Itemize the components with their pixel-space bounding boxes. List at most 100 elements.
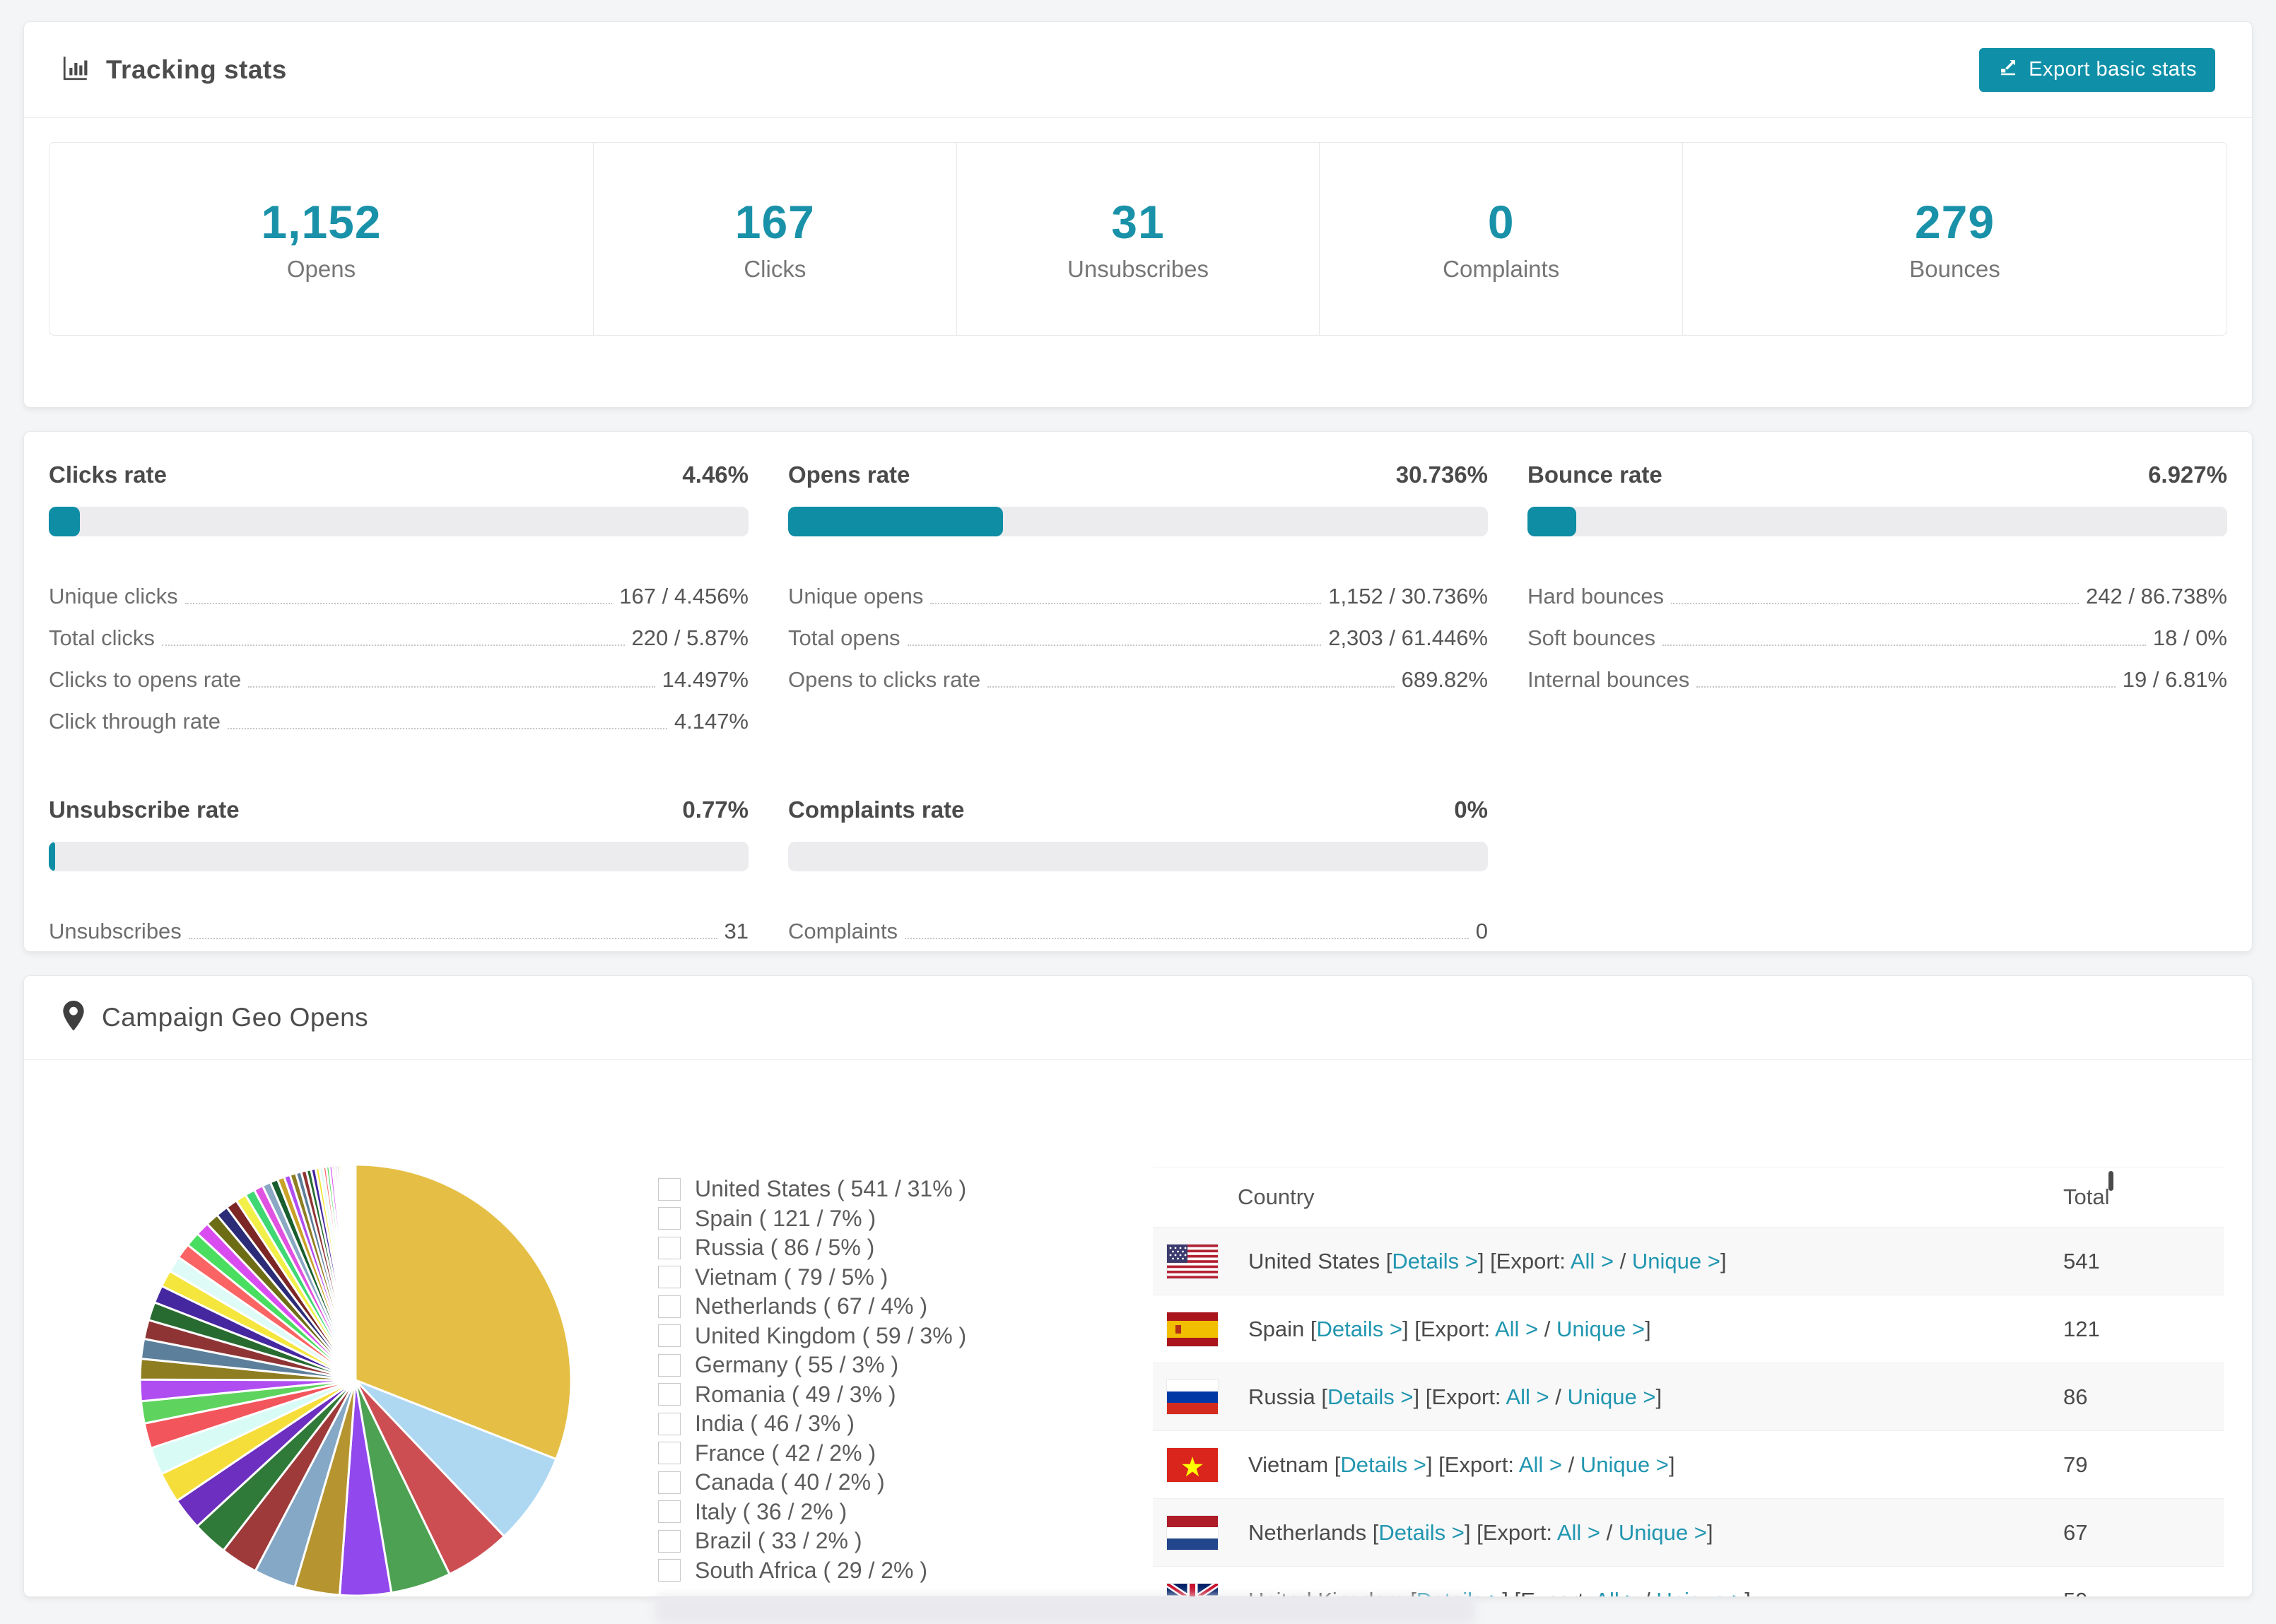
export-button-label: Export basic stats xyxy=(2029,58,2197,81)
rate-row-value: 0 xyxy=(1475,919,1488,943)
slash: / xyxy=(1619,1248,1626,1273)
country-cell: Russia [Details >] [Export: All > / Uniq… xyxy=(1248,1384,1662,1409)
page-title: Tracking stats xyxy=(106,54,287,84)
stat-cell-unsubscribes: 31 Unsubscribes xyxy=(957,143,1320,335)
export-all-link[interactable]: All > xyxy=(1571,1249,1614,1273)
export-all-link[interactable]: All > xyxy=(1495,1317,1538,1341)
dotted-leader xyxy=(227,728,667,729)
summary-stats-box: 1,152 Opens 167 Clicks 31 Unsubscribes 0 Compla… xyxy=(49,142,2227,336)
rate-row-label: Clicks to opens rate xyxy=(49,667,242,692)
legend-item: South Africa ( 29 / 2% ) xyxy=(658,1556,966,1586)
export-all-link[interactable]: All > xyxy=(1595,1588,1638,1597)
opens-rate-progressbar xyxy=(788,507,1488,536)
table-scrollbar-thumb[interactable] xyxy=(2108,1171,2113,1191)
country-name: Vietnam xyxy=(1248,1452,1329,1477)
details-link[interactable]: Details > xyxy=(1392,1249,1477,1273)
clicks-rate-title: Clicks rate xyxy=(49,461,167,488)
rate-row-label: Internal bounces xyxy=(1527,667,1690,692)
table-row: Vietnam [Details >] [Export: All > / Uni… xyxy=(1153,1430,2224,1498)
stat-label: Complaints xyxy=(1443,256,1560,282)
legend-label: Spain ( 121 / 7% ) xyxy=(695,1205,876,1231)
rate-detail-row: Total opens 2,303 / 61.446% xyxy=(788,609,1488,651)
tracking-stats-panel: Tracking stats Export basic stats 1,152 O… xyxy=(23,21,2253,408)
legend-item: Spain ( 121 / 7% ) xyxy=(658,1204,966,1234)
complaints-rate-title: Complaints rate xyxy=(788,796,965,823)
export-icon xyxy=(1998,57,2019,83)
export-unique-link[interactable]: Unique > xyxy=(1568,1384,1656,1409)
dotted-leader xyxy=(161,645,625,646)
legend-label: Germany ( 55 / 3% ) xyxy=(695,1352,899,1378)
details-link[interactable]: Details > xyxy=(1378,1520,1464,1545)
rate-detail-row: Unique opens 1,152 / 30.736% xyxy=(788,567,1488,609)
details-link[interactable]: Details > xyxy=(1340,1452,1426,1477)
bounce-rate-progressbar xyxy=(1527,507,2227,536)
clicks-rate-value: 4.46% xyxy=(682,461,749,488)
rate-row-value: 31 xyxy=(724,919,749,943)
export-unique-link[interactable]: Unique > xyxy=(1632,1249,1720,1273)
table-row: United Kingdom [Details >] [Export: All … xyxy=(1153,1566,2224,1597)
legend-item: Vietnam ( 79 / 5% ) xyxy=(658,1263,966,1293)
legend-swatch xyxy=(658,1266,681,1289)
stat-label: Opens xyxy=(286,256,356,282)
export-prefix: [Export: xyxy=(1490,1248,1566,1273)
campaign-geo-opens-panel: Campaign Geo Opens United States ( 541 /… xyxy=(23,975,2253,1597)
legend-item: United Kingdom ( 59 / 3% ) xyxy=(658,1322,966,1351)
legend-swatch xyxy=(658,1471,681,1494)
details-link[interactable]: Details > xyxy=(1317,1317,1402,1341)
complaints-rate-progressbar xyxy=(788,842,1488,871)
stat-label: Unsubscribes xyxy=(1067,256,1209,282)
rate-row-value: 18 / 0% xyxy=(2152,625,2227,650)
dotted-leader xyxy=(907,645,1322,646)
legend-label: South Africa ( 29 / 2% ) xyxy=(695,1557,928,1583)
clicks-rate-progressbar xyxy=(49,507,749,536)
export-prefix: [Export: xyxy=(1477,1519,1552,1545)
export-prefix: [Export: xyxy=(1414,1316,1491,1341)
legend-label: United States ( 541 / 31% ) xyxy=(695,1176,967,1202)
bounce-rate-value: 6.927% xyxy=(2148,461,2227,488)
rate-row-label: Click through rate xyxy=(49,709,221,734)
legend-item: Canada ( 40 / 2% ) xyxy=(658,1468,966,1498)
opens-rate-value: 30.736% xyxy=(1395,461,1488,488)
export-unique-link[interactable]: Unique > xyxy=(1619,1520,1707,1545)
pie-slice-other[interactable] xyxy=(353,1163,357,1382)
rate-row-label: Unsubscribes xyxy=(49,919,182,943)
legend-swatch xyxy=(658,1353,681,1377)
total-cell: 121 xyxy=(2063,1316,2100,1341)
legend-swatch xyxy=(658,1295,681,1318)
geo-table-header: Country Total xyxy=(1153,1167,2224,1227)
export-all-link[interactable]: All > xyxy=(1506,1384,1549,1409)
dotted-leader xyxy=(184,603,613,604)
slash: / xyxy=(1555,1384,1561,1409)
country-name: Russia xyxy=(1248,1384,1315,1409)
country-name: United States xyxy=(1248,1248,1380,1273)
export-unique-link[interactable]: Unique > xyxy=(1556,1317,1645,1341)
export-all-link[interactable]: All > xyxy=(1519,1452,1562,1477)
stat-cell-opens: 1,152 Opens xyxy=(49,143,594,335)
country-cell: United States [Details >] [Export: All >… xyxy=(1248,1248,1727,1273)
rate-row-value: 167 / 4.456% xyxy=(619,584,749,608)
stat-label: Bounces xyxy=(1909,256,2000,282)
rate-row-label: Unique opens xyxy=(788,584,924,608)
export-prefix: [Export: xyxy=(1515,1588,1590,1597)
export-unique-link[interactable]: Unique > xyxy=(1656,1588,1744,1597)
dotted-leader xyxy=(188,938,717,939)
flag-ru-icon xyxy=(1167,1379,1218,1414)
total-cell: 59 xyxy=(2063,1588,2087,1597)
dotted-leader xyxy=(1662,645,2146,646)
legend-item: Romania ( 49 / 3% ) xyxy=(658,1380,966,1410)
rate-row-value: 220 / 5.87% xyxy=(631,625,749,650)
export-all-link[interactable]: All > xyxy=(1557,1520,1600,1545)
slash: / xyxy=(1606,1519,1613,1545)
legend-label: Canada ( 40 / 2% ) xyxy=(695,1469,885,1495)
unsubscribe-rate-value: 0.77% xyxy=(682,796,749,823)
opens-rate-title: Opens rate xyxy=(788,461,910,488)
stat-value: 31 xyxy=(1111,196,1165,248)
geo-title: Campaign Geo Opens xyxy=(102,1003,369,1032)
stat-cell-clicks: 167 Clicks xyxy=(594,143,957,335)
details-link[interactable]: Details > xyxy=(1327,1384,1413,1409)
legend-swatch xyxy=(658,1412,681,1435)
export-unique-link[interactable]: Unique > xyxy=(1580,1452,1669,1477)
table-row: Russia [Details >] [Export: All > / Uniq… xyxy=(1153,1363,2224,1430)
geo-opens-pie-chart xyxy=(122,1147,589,1596)
export-basic-stats-button[interactable]: Export basic stats xyxy=(1979,47,2215,92)
